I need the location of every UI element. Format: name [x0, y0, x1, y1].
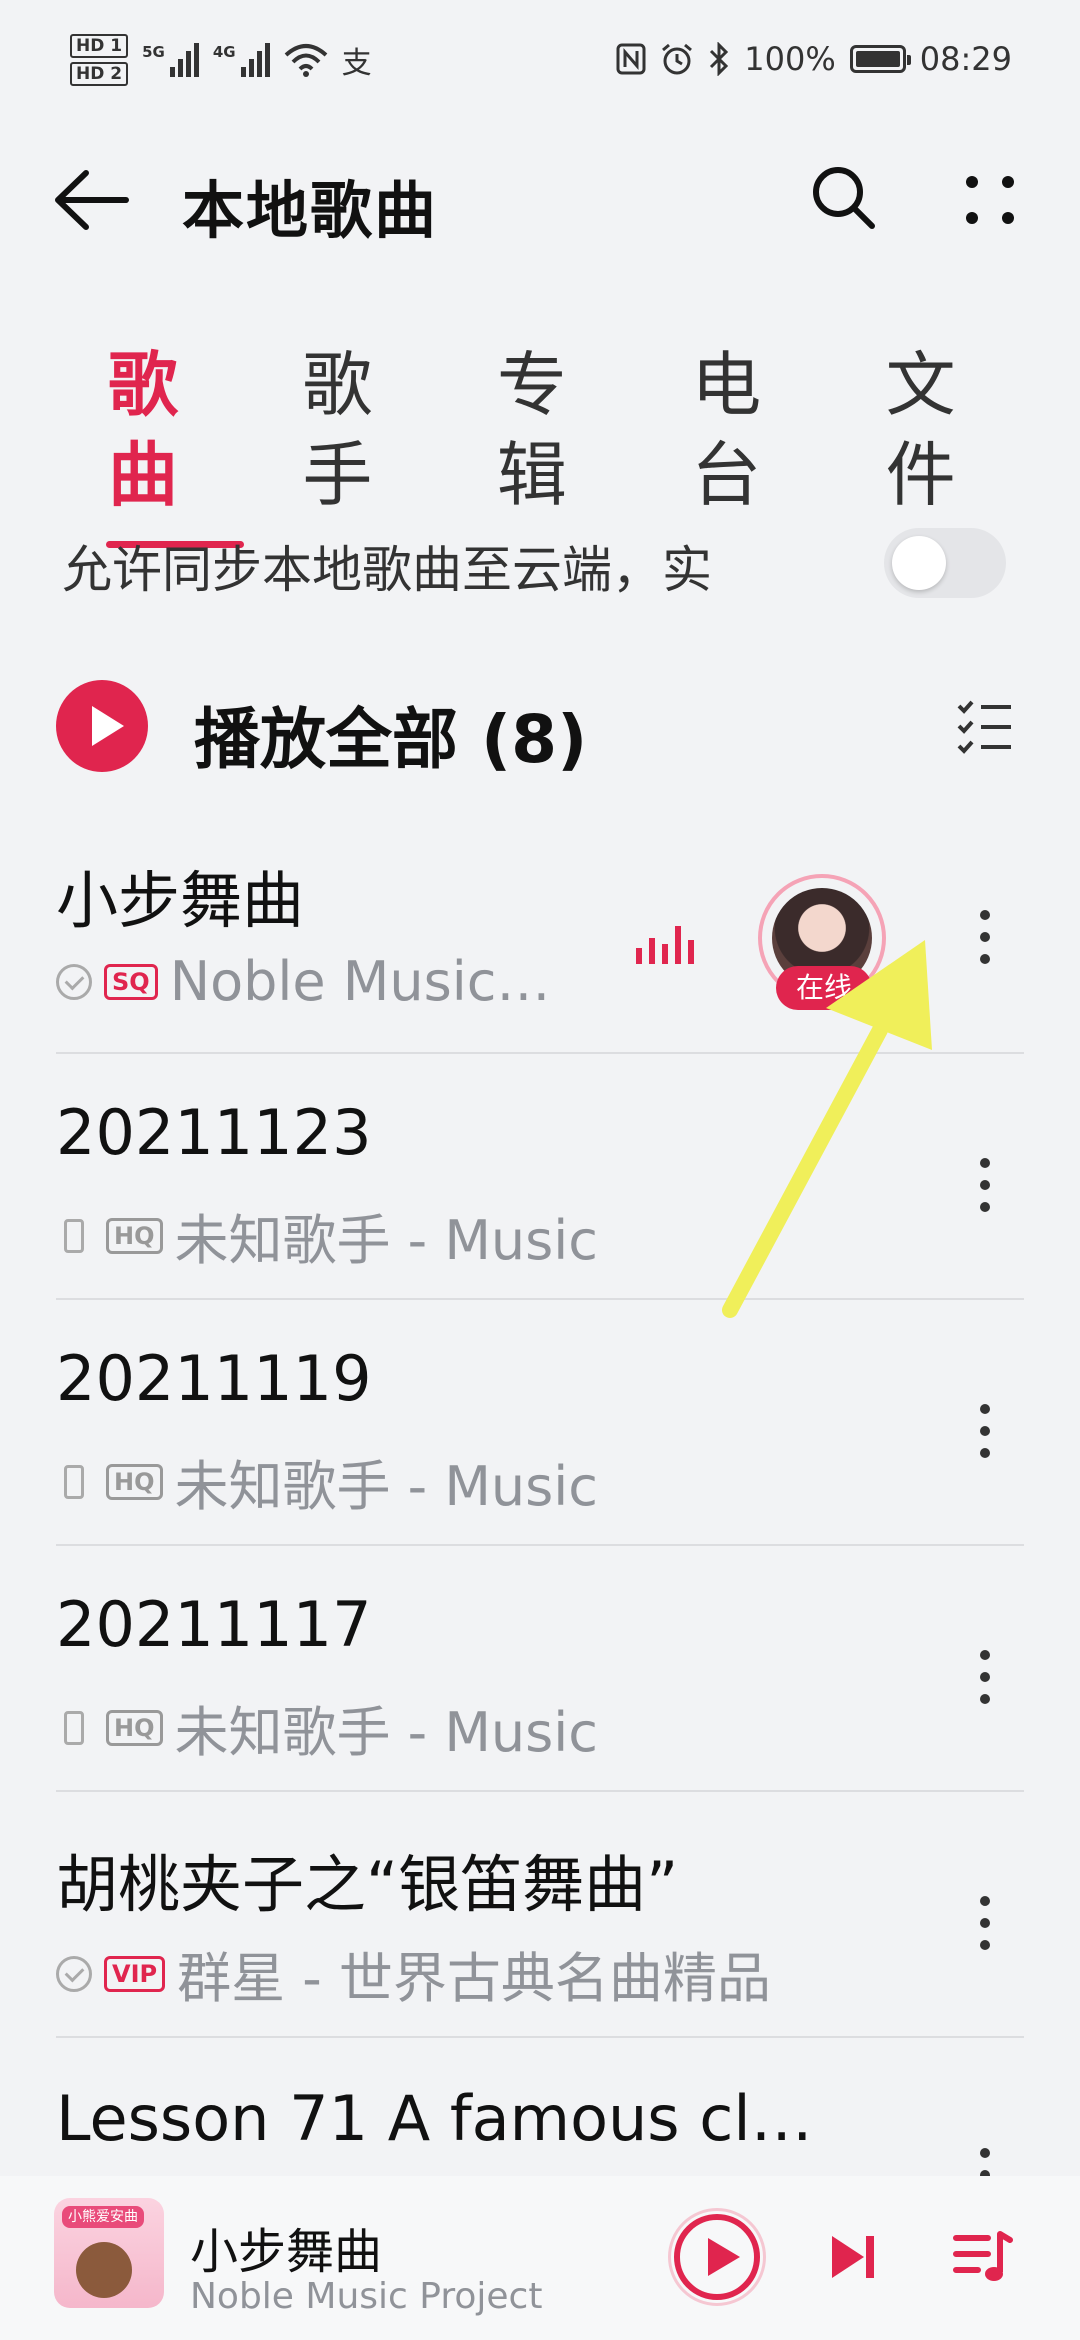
album-cover[interactable]: 小熊爱安曲 [54, 2198, 164, 2308]
play-all-button[interactable] [56, 680, 148, 772]
nfc-icon [616, 43, 646, 75]
tab-songs[interactable]: 歌曲 [105, 340, 245, 548]
song-title: 20211119 [56, 1342, 372, 1415]
tab-albums[interactable]: 专辑 [497, 340, 631, 520]
signal-icon: 5G [142, 43, 199, 77]
song-title: Lesson 71 A famous cl… [56, 2082, 813, 2155]
search-icon[interactable] [808, 162, 878, 232]
alarm-icon [662, 43, 693, 75]
song-more-button[interactable] [960, 1638, 1010, 1718]
local-phone-icon [64, 1218, 84, 1253]
hd1-label: HD 1 [70, 34, 129, 58]
cloud-sync-label: 允许同步本地歌曲至云端，实 [62, 541, 712, 599]
status-left: HD 1 HD 2 5G 4G 支 [70, 34, 372, 86]
quality-badge: HQ [106, 1709, 163, 1746]
page-title: 本地歌曲 [182, 174, 439, 247]
annotation-arrow-icon [722, 940, 932, 1318]
song-subtitle: 未知歌手 - Music [174, 1209, 598, 1272]
cloud-sync-toggle[interactable] [884, 528, 1006, 598]
alipay-icon: 支 [341, 46, 372, 81]
downloaded-check-icon [56, 963, 92, 1000]
signal-icon-2: 4G [213, 43, 270, 77]
song-title: 20211123 [56, 1096, 372, 1169]
song-more-button[interactable] [960, 2136, 1010, 2176]
next-track-icon[interactable] [828, 2232, 878, 2282]
song-subtitle-line: VIP 群星 - 世界古典名曲精品 [56, 1934, 771, 2013]
hd-indicator: HD 1 HD 2 [70, 34, 129, 86]
song-row[interactable]: 20211119 HQ 未知歌手 - Music [0, 1342, 1080, 1588]
local-phone-icon [64, 1710, 84, 1745]
player-artist: Noble Music Project [190, 2276, 543, 2317]
song-more-button[interactable] [960, 1146, 1010, 1226]
player-song-title: 小步舞曲 [190, 2224, 383, 2280]
play-button[interactable] [668, 2208, 766, 2306]
song-subtitle-line: SQ Noble Music… [56, 950, 550, 1013]
more-options-icon[interactable] [960, 165, 1020, 235]
network-type-2: 4G [212, 43, 236, 61]
song-more-button[interactable] [960, 1392, 1010, 1472]
quality-badge: SQ [104, 963, 158, 1000]
status-right: 100% 08:29 [616, 40, 1012, 78]
battery-icon [849, 45, 911, 73]
quality-badge: HQ [106, 1463, 163, 1500]
wifi-icon [284, 44, 327, 77]
song-subtitle: 群星 - 世界古典名曲精品 [177, 1947, 771, 2010]
cover-tag: 小熊爱安曲 [62, 2206, 144, 2228]
tab-files[interactable]: 文件 [886, 340, 1020, 520]
song-more-button[interactable] [960, 1884, 1010, 1964]
tab-artists[interactable]: 歌手 [302, 340, 436, 520]
song-subtitle: Noble Music… [169, 950, 551, 1013]
playlist-queue-icon[interactable] [952, 2228, 1014, 2288]
battery-percent: 100% [744, 40, 836, 78]
song-title: 胡桃夹子之“银笛舞曲” [56, 1848, 679, 1921]
quality-badge: HQ [106, 1217, 163, 1254]
multi-select-icon[interactable] [955, 696, 1015, 756]
bear-illustration [76, 2242, 132, 2298]
song-subtitle-line: HQ 未知歌手 - Music [56, 1196, 598, 1275]
song-more-button[interactable] [960, 898, 1010, 978]
network-type-1: 5G [142, 43, 165, 61]
back-arrow-icon[interactable] [52, 165, 132, 235]
now-playing-equalizer-icon [636, 924, 694, 964]
clock: 08:29 [919, 40, 1012, 78]
song-subtitle: 未知歌手 - Music [174, 1701, 598, 1764]
status-bar: HD 1 HD 2 5G 4G 支 100% 08:29 [0, 0, 1080, 120]
divider [56, 1790, 1024, 1792]
divider [56, 1544, 1024, 1546]
song-subtitle: 未知歌手 - Music [174, 1455, 598, 1518]
divider [56, 2036, 1024, 2038]
song-row[interactable]: Lesson 71 A famous cl… [0, 2082, 1080, 2176]
song-title: 小步舞曲 [56, 864, 305, 937]
hd2-label: HD 2 [70, 62, 129, 86]
song-subtitle-line: HQ 未知歌手 - Music [56, 1442, 598, 1521]
local-phone-icon [64, 1464, 84, 1499]
song-row[interactable]: 胡桃夹子之“银笛舞曲” VIP 群星 - 世界古典名曲精品 [0, 1834, 1080, 2080]
play-all-label[interactable]: 播放全部 (8) [194, 686, 587, 782]
downloaded-check-icon [56, 1955, 92, 1992]
bluetooth-icon [710, 42, 729, 76]
tab-radio[interactable]: 电台 [691, 340, 825, 520]
tab-bar: 歌曲 歌手 专辑 电台 文件 [105, 340, 1080, 548]
song-title: 20211117 [56, 1588, 372, 1661]
song-row[interactable]: 20211117 HQ 未知歌手 - Music [0, 1588, 1080, 1834]
mini-player[interactable]: 小熊爱安曲 小步舞曲 Noble Music Project [0, 2176, 1080, 2340]
vip-badge: VIP [104, 1955, 166, 1992]
song-subtitle-line: HQ 未知歌手 - Music [56, 1688, 598, 1767]
